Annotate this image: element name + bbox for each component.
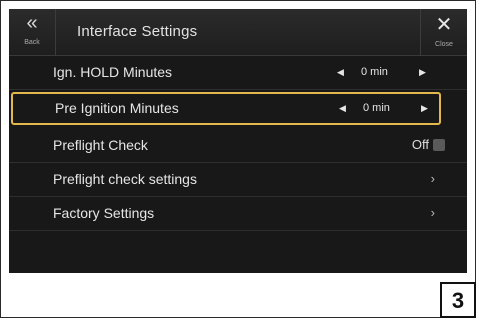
triangle-left-icon: ◀ [339,103,346,113]
chevron-right-icon: › [430,205,435,220]
back-button[interactable]: « Back [9,9,56,55]
preflight-check-checkbox[interactable] [433,139,445,151]
row-pre-ignition-minutes[interactable]: Pre Ignition Minutes ◀ 0 min ▶ [11,92,441,125]
settings-screen: « Back Interface Settings ✕ Close Ign. H… [9,9,467,273]
figure-number: 3 [440,282,476,318]
close-icon: ✕ [435,14,453,36]
increment-button[interactable]: ▶ [419,66,426,78]
row-label: Preflight check settings [53,171,197,187]
decrement-button[interactable]: ◀ [339,102,346,114]
title-bar: « Back Interface Settings ✕ Close [9,9,467,56]
row-label: Ign. HOLD Minutes [53,64,173,80]
decrement-button[interactable]: ◀ [337,66,344,78]
triangle-right-icon: ▶ [421,103,428,113]
row-label: Factory Settings [53,205,155,221]
ign-hold-value: 0 min [361,66,388,78]
triangle-left-icon: ◀ [337,67,344,77]
close-label: Close [435,41,453,48]
triangle-right-icon: ▶ [419,67,426,77]
row-label: Preflight Check [53,137,148,153]
back-label: Back [24,39,40,46]
row-preflight-check-settings[interactable]: Preflight check settings › [9,163,467,197]
row-preflight-check[interactable]: Preflight Check Off [9,129,467,163]
row-label: Pre Ignition Minutes [55,100,179,116]
preflight-check-state: Off [411,137,429,152]
page-title: Interface Settings [77,23,198,40]
increment-button[interactable]: ▶ [421,102,428,114]
row-ign-hold-minutes[interactable]: Ign. HOLD Minutes ◀ 0 min ▶ [9,56,467,90]
pre-ignition-value: 0 min [363,102,390,114]
close-button[interactable]: ✕ Close [420,9,467,55]
double-chevron-left-icon: « [26,12,38,34]
chevron-right-icon: › [430,171,435,186]
row-factory-settings[interactable]: Factory Settings › [9,197,467,231]
